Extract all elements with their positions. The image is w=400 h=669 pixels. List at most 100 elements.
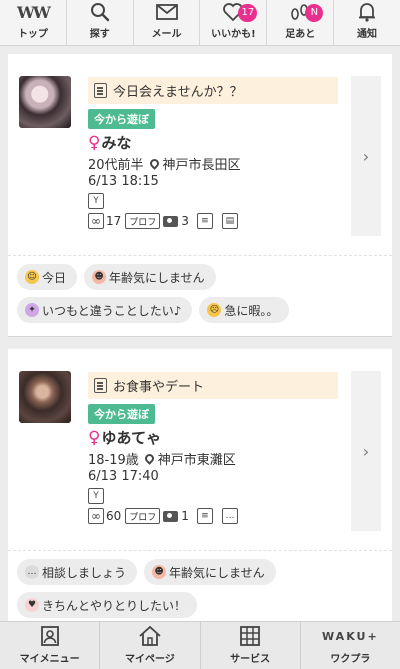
baby-emoji-icon: ☻ (152, 565, 167, 579)
home-icon (139, 624, 161, 648)
nav-mail-label: メール (151, 29, 182, 40)
photo-count: 1 (181, 509, 189, 523)
profile-label: プロフ (125, 213, 161, 229)
chip[interactable]: … 相談しましょう (17, 559, 138, 585)
party-emoji-icon: ✦ (25, 303, 39, 317)
post-card-main[interactable]: お食事やデート 今から遊ぼ ♀ ゆあてゃ 18-19歳 神戸市東灘区 6/13 … (8, 349, 392, 551)
location-pin-icon (147, 157, 161, 170)
nav-my-menu-label: マイメニュー (19, 654, 80, 665)
avatar[interactable] (19, 371, 71, 423)
photo-count: 3 (181, 214, 189, 228)
post-message: お食事やデート (88, 372, 338, 399)
post-card-main[interactable]: 今日会えませんか？？ 今から遊ぼ ♀ みな 20代前半 神戸市長田区 6/13 … (8, 54, 392, 256)
nav-like-label: いいかも! (211, 29, 256, 40)
message-icon (94, 83, 107, 98)
chip-row: ✦ いつもと違うことしたい♪ ☹ 急に暇。。 (17, 297, 384, 323)
user-name: ♀ ゆあてゃ (88, 427, 338, 448)
female-icon: ♀ (88, 427, 101, 448)
nav-notification-label: 通知 (357, 29, 378, 40)
user-age: 18-19歳 (88, 453, 139, 468)
stats-row: ∞ 17 プロフ 3 ≡ ▤ (88, 213, 338, 229)
sprout-icon: Y (88, 193, 104, 209)
user-name-text: みな (101, 134, 132, 152)
top-nav: WW トップ 探す メール 17 いいかも! N 足あと 通知 (0, 0, 400, 46)
location-pin-icon (142, 452, 156, 465)
female-icon: ♀ (88, 132, 101, 153)
nav-footprint-label: 足あと (285, 29, 316, 40)
chip-row: … 相談しましょう ☻ 年齢気にしません (17, 559, 384, 585)
footprint-new-badge: N (305, 4, 324, 22)
nav-footprint[interactable]: N 足あと (267, 0, 335, 45)
sprout-row: Y (88, 488, 338, 504)
post-info: お食事やデート 今から遊ぼ ♀ ゆあてゃ 18-19歳 神戸市東灘区 6/13 … (88, 372, 338, 524)
user-location: 神戸市東灘区 (157, 453, 236, 468)
open-post-button[interactable]: › (351, 76, 381, 236)
nav-service[interactable]: サービス (201, 622, 301, 669)
post-card: お食事やデート 今から遊ぼ ♀ ゆあてゃ 18-19歳 神戸市東灘区 6/13 … (8, 349, 392, 632)
search-icon (90, 1, 110, 23)
tired-emoji-icon: ☹ (207, 303, 222, 317)
chip[interactable]: ☻ 年齢気にしません (144, 559, 276, 585)
nav-top[interactable]: WW トップ (0, 0, 67, 45)
sprout-icon: Y (88, 488, 104, 504)
board-list: 今日会えませんか？？ 今から遊ぼ ♀ みな 20代前半 神戸市長田区 6/13 … (8, 54, 392, 632)
nav-like[interactable]: 17 いいかも! (200, 0, 268, 45)
nav-waku-plus-label: ワクプラ (330, 654, 371, 665)
ww-logo-icon: WW (16, 2, 51, 22)
chat-bubble-icon: … (221, 508, 238, 524)
user-age: 20代前半 (88, 158, 144, 173)
profile-label: プロフ (125, 508, 161, 524)
chevron-right-icon: › (362, 146, 370, 166)
user-meta: 18-19歳 神戸市東灘区 (88, 449, 338, 468)
grid-icon (240, 624, 261, 648)
post-datetime: 6/13 17:40 (88, 469, 159, 484)
id-card-icon: ▤ (221, 213, 238, 229)
open-post-button[interactable]: › (351, 371, 381, 531)
nav-notification[interactable]: 通知 (334, 0, 400, 45)
waku-plus-icon: WAKU+ (322, 629, 379, 643)
nav-my-menu[interactable]: マイメニュー (0, 622, 101, 669)
bell-icon (358, 1, 376, 23)
chip[interactable]: ☺ 今日 (17, 264, 78, 290)
camera-icon (163, 215, 179, 227)
chevron-right-icon: › (362, 441, 370, 461)
user-location: 神戸市長田区 (162, 158, 241, 173)
post-message: 今日会えませんか？？ (88, 77, 338, 104)
bottom-nav: マイメニュー マイページ サービス WAKU+ ワクプラ (0, 621, 400, 669)
glasses-icon: ∞ (88, 508, 104, 524)
chip[interactable]: ♥ きちんとやりとりしたい！ (17, 592, 198, 618)
nav-my-page[interactable]: マイページ (100, 622, 201, 669)
nav-waku-plus[interactable]: WAKU+ ワクプラ (301, 622, 400, 669)
post-message-text: お食事やデート (113, 380, 205, 395)
glasses-icon: ∞ (88, 213, 104, 229)
nav-search[interactable]: 探す (67, 0, 134, 45)
status-tag: 今から遊ぼ (88, 404, 155, 424)
chip[interactable]: ☹ 急に暇。。 (199, 297, 290, 323)
post-datetime: 6/13 18:15 (88, 174, 159, 189)
chip-area: … 相談しましょう ☻ 年齢気にしません ♥ きちんとやりとりしたい！ (8, 551, 392, 632)
user-meta: 20代前半 神戸市長田区 (88, 154, 338, 173)
user-name-text: ゆあてゃ (101, 429, 162, 447)
chip[interactable]: ☻ 年齢気にしません (84, 264, 216, 290)
view-count: 17 (106, 214, 122, 228)
mail-icon (155, 1, 178, 23)
chip[interactable]: ✦ いつもと違うことしたい♪ (17, 297, 193, 323)
post-info: 今日会えませんか？？ 今から遊ぼ ♀ みな 20代前半 神戸市長田区 6/13 … (88, 77, 338, 229)
post-message-text: 今日会えませんか？？ (113, 85, 243, 100)
avatar[interactable] (19, 76, 71, 128)
view-count: 60 (106, 509, 122, 523)
chip-area: ☺ 今日 ☻ 年齢気にしません ✦ いつもと違うことしたい♪ ☹ 急に暇。。 (8, 256, 392, 337)
user-name: ♀ みな (88, 132, 338, 153)
document-icon: ≡ (196, 213, 213, 229)
post-card: 今日会えませんか？？ 今から遊ぼ ♀ みな 20代前半 神戸市長田区 6/13 … (8, 54, 392, 337)
smile-emoji-icon: ☺ (25, 270, 39, 284)
chip-row: ♥ きちんとやりとりしたい！ (17, 592, 384, 618)
love-letter-emoji-icon: ♥ (25, 598, 39, 612)
sprout-row: Y (88, 193, 338, 209)
chip-row: ☺ 今日 ☻ 年齢気にしません (17, 264, 384, 290)
camera-icon (163, 510, 179, 522)
nav-mail[interactable]: メール (134, 0, 201, 45)
document-icon: ≡ (196, 508, 213, 524)
nav-service-label: サービス (230, 654, 271, 665)
like-count-badge: 17 (238, 4, 258, 22)
